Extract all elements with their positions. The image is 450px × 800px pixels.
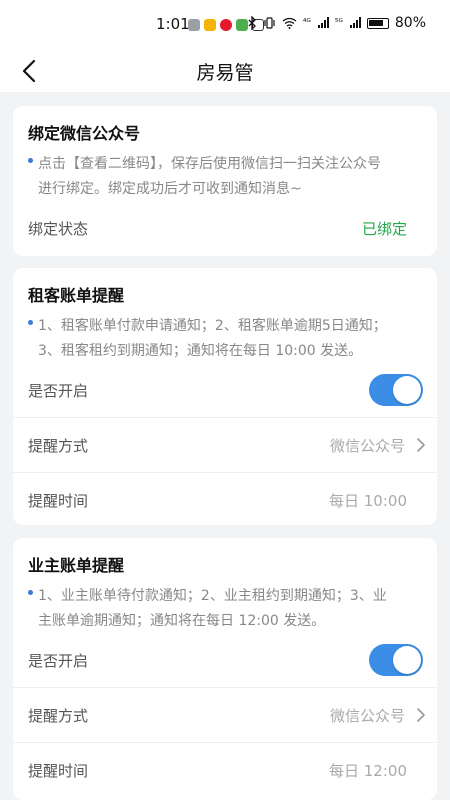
card-title: 业主账单提醒: [28, 556, 125, 575]
chevron-right-icon: [417, 438, 425, 452]
tenant-reminder-toggle[interactable]: [369, 374, 423, 406]
bullet-dot-icon: [28, 590, 33, 595]
reminder-method-value: 微信公众号: [329, 437, 405, 455]
reminder-method-label: 提醒方式: [28, 437, 89, 455]
signal-4g-label: ⁴ᴳ: [302, 18, 311, 28]
signal-icon: [317, 17, 329, 28]
wechat-binding-card: 绑定微信公众号 点击【查看二维码】，保存后使用微信扫一扫关注公众号 进行绑定。绑…: [13, 106, 437, 256]
app-icon: [188, 19, 200, 31]
system-icons: ⁴ᴳ ⁵ᴳ 80%: [248, 15, 426, 31]
toggle-knob: [393, 376, 421, 404]
reminder-time-label: 提醒时间: [28, 492, 89, 510]
reminder-method-row[interactable]: 提醒方式 微信公众号: [13, 688, 437, 742]
binding-status-value: 已绑定: [361, 220, 407, 238]
reminder-method-row[interactable]: 提醒方式 微信公众号: [13, 418, 437, 472]
description-line: 主账单逾期通知；通知将在每日 12:00 发送。: [38, 613, 326, 629]
wifi-icon: [282, 17, 297, 29]
app-icon: [236, 19, 248, 31]
battery-icon: [366, 17, 389, 29]
battery-level: 80%: [394, 15, 426, 31]
bluetooth-icon: [248, 16, 256, 30]
divider: [13, 472, 437, 473]
weibo-icon: [220, 19, 232, 31]
enable-label: 是否开启: [28, 382, 89, 400]
reminder-time-value[interactable]: 每日 10:00: [329, 490, 407, 511]
divider: [13, 742, 437, 743]
tenant-bill-reminder-card: 租客账单提醒 1、租客账单付款申请通知；2、租客账单逾期5日通知； 3、租客租约…: [13, 268, 437, 525]
vibrate-icon: [264, 17, 275, 29]
binding-status-label: 绑定状态: [28, 220, 89, 238]
status-bar: 1:01 ⁴ᴳ ⁵ᴳ 80%: [0, 0, 450, 50]
status-time: 1:01: [156, 15, 190, 33]
reminder-method-value: 微信公众号: [329, 707, 405, 725]
card-title: 租客账单提醒: [28, 286, 125, 305]
card-description: 1、租客账单付款申请通知；2、租客账单逾期5日通知； 3、租客租约到期通知；通知…: [28, 314, 428, 364]
card-description: 点击【查看二维码】，保存后使用微信扫一扫关注公众号 进行绑定。绑定成功后才可收到…: [28, 152, 428, 202]
bullet-dot-icon: [28, 320, 33, 325]
description-line: 点击【查看二维码】，保存后使用微信扫一扫关注公众号: [38, 156, 381, 172]
card-title: 绑定微信公众号: [28, 124, 141, 143]
enable-label: 是否开启: [28, 652, 89, 670]
signal-5g-label: ⁵ᴳ: [334, 18, 343, 28]
owner-bill-reminder-card: 业主账单提醒 1、业主账单待付款通知；2、业主租约到期通知；3、业 主账单逾期通…: [13, 538, 437, 800]
owner-reminder-toggle[interactable]: [369, 644, 423, 676]
reminder-method-label: 提醒方式: [28, 707, 89, 725]
reminder-time-value[interactable]: 每日 12:00: [329, 760, 407, 781]
description-line: 3、租客租约到期通知；通知将在每日 10:00 发送。: [38, 343, 363, 359]
page-title: 房易管: [196, 62, 254, 84]
description-line: 1、业主账单待付款通知；2、业主租约到期通知；3、业: [38, 588, 387, 604]
toggle-knob: [393, 646, 421, 674]
app-icon: [204, 19, 216, 31]
bullet-dot-icon: [28, 158, 33, 163]
description-line: 1、租客账单付款申请通知；2、租客账单逾期5日通知；: [38, 318, 387, 334]
nav-bar: 房易管: [0, 50, 450, 92]
description-line: 进行绑定。绑定成功后才可收到通知消息~: [38, 181, 302, 197]
reminder-time-label: 提醒时间: [28, 762, 89, 780]
signal-icon: [349, 17, 361, 28]
card-description: 1、业主账单待付款通知；2、业主租约到期通知；3、业 主账单逾期通知；通知将在每…: [28, 584, 428, 634]
chevron-right-icon: [417, 708, 425, 722]
